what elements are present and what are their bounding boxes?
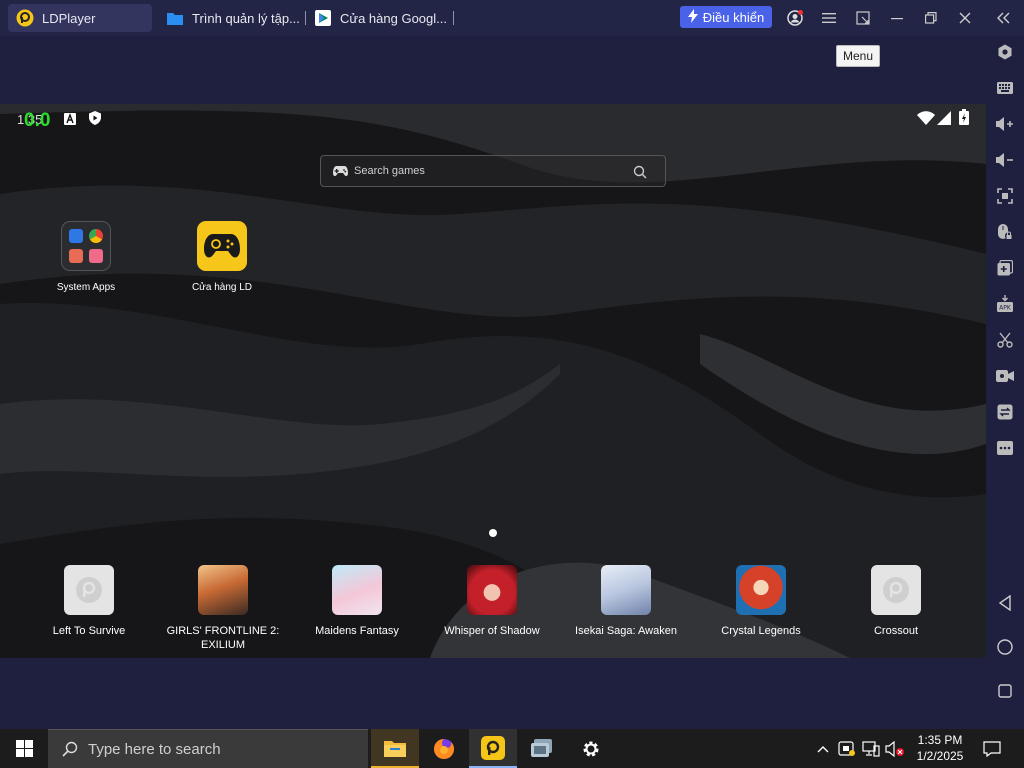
settings-gear-icon[interactable] bbox=[567, 729, 615, 768]
gamepad-icon bbox=[333, 165, 348, 177]
dock-app-crystal-legends[interactable]: Crystal Legends bbox=[694, 565, 828, 638]
dock-app-isekai-saga[interactable]: Isekai Saga: Awaken bbox=[559, 565, 693, 638]
tab-play-store[interactable]: Cửa hàng Googl... bbox=[314, 4, 447, 32]
app-label: System Apps bbox=[56, 282, 116, 293]
volume-up-icon[interactable] bbox=[995, 114, 1015, 134]
taskbar-search-box[interactable]: Type here to search bbox=[48, 729, 368, 768]
add-instance-icon[interactable] bbox=[995, 258, 1015, 278]
menu-icon[interactable] bbox=[819, 8, 839, 28]
control-button[interactable]: Điều khiển bbox=[680, 6, 772, 28]
search-games-bar[interactable]: Search games bbox=[320, 155, 666, 187]
right-toolbar: APK bbox=[986, 36, 1024, 729]
notification-center-icon[interactable] bbox=[978, 729, 1006, 768]
isekai-saga-icon bbox=[601, 565, 651, 615]
wifi-icon bbox=[917, 111, 935, 130]
search-icon bbox=[62, 741, 78, 757]
multi-instance-icon[interactable] bbox=[518, 729, 566, 768]
settings-icon[interactable] bbox=[995, 42, 1015, 62]
placeholder-app-icon bbox=[64, 565, 114, 615]
tab-label: LDPlayer bbox=[42, 10, 96, 26]
app-ld-store[interactable]: Cửa hàng LD bbox=[162, 221, 282, 293]
fullscreen-icon[interactable] bbox=[995, 186, 1015, 206]
app-label: Cửa hàng LD bbox=[191, 282, 253, 293]
app-label: GIRLS' FRONTLINE 2: EXILIUM bbox=[166, 625, 280, 651]
girls-frontline-icon bbox=[198, 565, 248, 615]
chevron-up-icon[interactable] bbox=[814, 729, 832, 768]
record-icon[interactable] bbox=[995, 366, 1015, 386]
app-label: Maidens Fantasy bbox=[315, 625, 399, 637]
home-icon[interactable] bbox=[995, 637, 1015, 657]
sync-icon[interactable] bbox=[995, 402, 1015, 422]
search-games-placeholder: Search games bbox=[354, 165, 425, 177]
dock-app-girls-frontline-2[interactable]: GIRLS' FRONTLINE 2: EXILIUM bbox=[156, 565, 290, 652]
ldplayer-logo-icon bbox=[16, 9, 34, 27]
status-bar: 1:35 0.0 bbox=[0, 104, 986, 132]
tab-label: Trình quản lý tập... bbox=[192, 10, 300, 26]
title-bar: LDPlayer Trình quản lý tập... Cửa hàng G… bbox=[0, 0, 1024, 36]
app-label: Crossout bbox=[873, 625, 919, 637]
dock-app-crossout[interactable]: Crossout bbox=[829, 565, 963, 638]
taskbar-date: 1/2/2025 bbox=[916, 749, 964, 763]
battery-icon bbox=[959, 109, 969, 130]
ld-store-icon bbox=[197, 221, 247, 271]
restore-icon[interactable] bbox=[921, 8, 941, 28]
whisper-of-shadow-icon bbox=[467, 565, 517, 615]
back-icon[interactable] bbox=[995, 593, 1015, 613]
recents-icon[interactable] bbox=[995, 681, 1015, 701]
taskbar-clock[interactable]: 1:35 PM 1/2/2025 bbox=[908, 732, 972, 764]
volume-down-icon[interactable] bbox=[995, 150, 1015, 170]
minimize-icon[interactable] bbox=[887, 8, 907, 28]
app-label: Whisper of Shadow bbox=[444, 625, 540, 637]
keyboard-icon[interactable] bbox=[995, 78, 1015, 98]
system-apps-folder-icon bbox=[61, 221, 111, 271]
tab-ldplayer[interactable]: LDPlayer bbox=[8, 4, 152, 32]
page-indicator-dot bbox=[489, 529, 497, 537]
ldplayer-window: LDPlayer Trình quản lý tập... Cửa hàng G… bbox=[0, 0, 1024, 729]
app-label: Left To Survive bbox=[52, 625, 126, 637]
crystal-legends-icon bbox=[736, 565, 786, 615]
dock-app-left-to-survive[interactable]: Left To Survive bbox=[22, 565, 156, 638]
account-icon[interactable] bbox=[785, 8, 805, 28]
signal-icon bbox=[937, 111, 951, 130]
ldplayer-taskbar-icon[interactable] bbox=[469, 729, 517, 768]
maidens-fantasy-icon bbox=[332, 565, 382, 615]
tab-label: Cửa hàng Googl... bbox=[340, 10, 447, 26]
dock-app-maidens-fantasy[interactable]: Maidens Fantasy bbox=[290, 565, 424, 638]
screenshot-icon[interactable] bbox=[995, 330, 1015, 350]
network-icon[interactable] bbox=[860, 729, 882, 768]
close-icon[interactable] bbox=[955, 8, 975, 28]
apk-install-icon[interactable]: APK bbox=[995, 294, 1015, 314]
shield-play-icon bbox=[88, 111, 102, 130]
taskbar-search-placeholder: Type here to search bbox=[88, 740, 221, 758]
tab-file-manager[interactable]: Trình quản lý tập... bbox=[166, 4, 300, 32]
notification-a-icon bbox=[64, 112, 76, 130]
dock-app-whisper-of-shadow[interactable]: Whisper of Shadow bbox=[425, 565, 559, 638]
placeholder-app-icon bbox=[871, 565, 921, 615]
more-icon[interactable] bbox=[995, 438, 1015, 458]
menu-tooltip: Menu bbox=[836, 45, 881, 67]
taskbar-time: 1:35 PM bbox=[917, 733, 963, 747]
windows-taskbar: Type here to search 1:35 PM 1/2/2025 bbox=[0, 729, 1024, 768]
firefox-icon[interactable] bbox=[420, 729, 468, 768]
file-explorer-icon[interactable] bbox=[371, 729, 419, 768]
play-store-icon bbox=[314, 9, 332, 27]
mini-mode-icon[interactable] bbox=[853, 8, 873, 28]
volume-muted-icon[interactable] bbox=[884, 729, 906, 768]
windows-start-icon[interactable] bbox=[0, 729, 48, 768]
svg-text:APK: APK bbox=[999, 305, 1012, 312]
app-label: Crystal Legends bbox=[721, 625, 801, 637]
ldplayer-tray-icon[interactable] bbox=[836, 729, 858, 768]
lightning-icon bbox=[687, 8, 698, 26]
app-system-apps[interactable]: System Apps bbox=[26, 221, 146, 293]
folder-icon bbox=[166, 9, 184, 27]
app-label: Isekai Saga: Awaken bbox=[575, 625, 677, 637]
tab-separator bbox=[453, 11, 454, 25]
collapse-sidebar-icon[interactable] bbox=[994, 8, 1014, 28]
control-button-label: Điều khiển bbox=[702, 9, 765, 25]
tab-separator bbox=[305, 11, 306, 25]
android-screen[interactable]: 1:35 0.0 Search games System Apps Cửa hà… bbox=[0, 104, 986, 658]
search-icon[interactable] bbox=[633, 165, 647, 182]
mouse-lock-icon[interactable] bbox=[995, 222, 1015, 242]
fps-counter: 0.0 bbox=[24, 110, 51, 131]
